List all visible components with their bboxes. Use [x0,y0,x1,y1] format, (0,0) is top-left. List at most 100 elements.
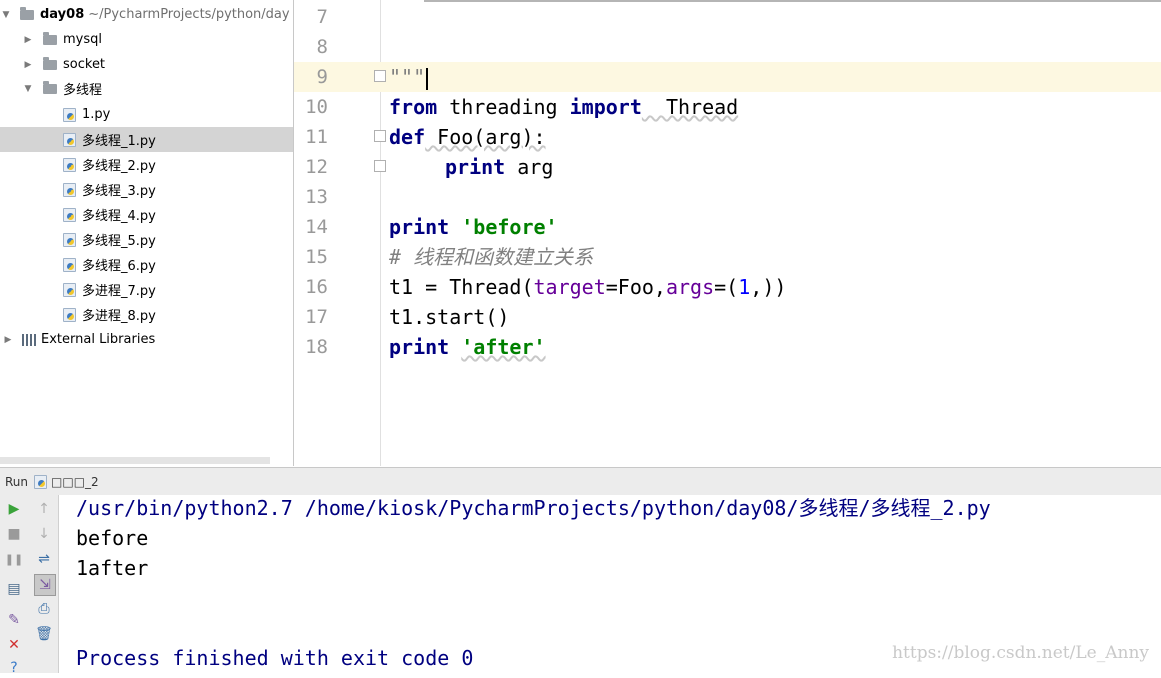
line-number: 13 [305,186,328,208]
python-file-icon [63,207,76,222]
code-text: print 'after' [389,332,546,362]
tree-item-label: External Libraries [41,332,156,347]
tree-root-day08[interactable]: ▼ day08 ~/PycharmProjects/python/day [0,2,293,27]
keyword-print: print [445,155,506,179]
line-number: 17 [305,306,328,328]
keyword-argument: args [665,275,715,299]
stop-icon[interactable]: ■ [4,524,24,544]
keyword-argument: target [533,275,606,299]
collapse-arrow-icon[interactable]: ▶ [2,335,14,345]
python-file-icon [34,474,48,489]
line-number: 12 [305,156,328,178]
code-line-current: 9 """ [294,62,1161,92]
tree-file-thread4[interactable]: 多线程_4.py [0,202,293,227]
code-line: 7 [294,2,1161,32]
expand-arrow-icon[interactable]: ▼ [22,84,34,94]
fold-marker-icon[interactable] [374,160,386,172]
library-icon [22,333,36,346]
layout-icon[interactable]: ▤ [4,579,24,599]
line-number: 7 [316,6,328,28]
run-config-tab[interactable]: □□□_2 [51,475,99,489]
tree-item-label: 多进程_8.py [82,309,156,324]
console-command-line: /usr/bin/python2.7 /home/kiosk/PycharmPr… [76,496,991,520]
identifier: =Foo, [605,275,666,299]
python-file-icon [63,107,76,122]
trash-icon[interactable]: 🗑 [34,624,54,644]
run-tool-window-header: Run □□□_2 [0,467,1161,496]
tree-file-thread2[interactable]: 多线程_2.py [0,152,293,177]
tree-folder-multithread[interactable]: ▼ 多线程 [0,76,293,101]
identifier: t1 = Thread( [389,275,534,299]
tree-file-thread6[interactable]: 多线程_6.py [0,252,293,277]
string-literal: 'before' [461,215,558,239]
punctuation: =( [714,275,739,299]
punctuation: ,)) [750,275,787,299]
python-file-icon [63,182,76,197]
up-arrow-icon[interactable]: ↑ [34,499,54,519]
tree-file-thread5[interactable]: 多线程_5.py [0,227,293,252]
project-tree[interactable]: ▼ day08 ~/PycharmProjects/python/day ▶ m… [0,0,294,466]
function-signature: Foo(arg): [425,125,546,149]
collapse-arrow-icon[interactable]: ▶ [22,35,34,45]
line-number: 9 [316,66,328,88]
close-icon[interactable]: ✕ [4,635,24,655]
down-arrow-icon[interactable]: ↓ [34,524,54,544]
python-file-icon [63,257,76,272]
code-line: 16 t1 = Thread(target=Foo,args=(1,)) [294,272,1161,302]
docstring: """ [389,65,426,89]
folder-icon [43,31,57,45]
code-text: def Foo(arg): [389,122,546,152]
console-output-line: 1after [76,556,149,580]
tree-file-process8[interactable]: 多进程_8.py [0,302,293,327]
tree-item-label: 多线程_5.py [82,234,156,249]
tree-item-label: 多线程_3.py [82,184,156,199]
tree-item-label: 多线程_4.py [82,209,156,224]
print-icon[interactable]: ⎙ [34,599,54,619]
code-comment: # 线程和函数建立关系 [389,245,594,269]
python-file-icon [63,132,76,147]
tree-external-libraries[interactable]: ▶ External Libraries [0,327,293,352]
soft-wrap-icon[interactable]: ⇌ [34,549,54,569]
tree-item-label: 1.py [82,107,111,122]
code-line: 8 [294,32,1161,62]
string-literal: 'after' [461,335,546,359]
tree-file-1py[interactable]: 1.py [0,102,293,127]
watermark-text: https://blog.csdn.net/Le_Anny [892,643,1149,663]
line-number: 16 [305,276,328,298]
code-line: 13 [294,182,1161,212]
keyword-import: import [569,95,642,119]
tree-file-thread3[interactable]: 多线程_3.py [0,177,293,202]
folder-icon [43,56,57,70]
expand-arrow-icon[interactable]: ▼ [0,10,12,20]
keyword-print: print [389,215,450,239]
help-icon[interactable]: ? [4,658,24,678]
code-line: 10 from threading import Thread [294,92,1161,122]
collapse-arrow-icon[interactable]: ▶ [22,60,34,70]
tree-root-label: day08 [40,7,85,22]
rerun-icon[interactable]: ▶ [4,499,24,519]
keyword-def: def [389,125,426,149]
console-output-line: before [76,526,149,550]
python-file-icon [63,232,76,247]
code-text: t1 = Thread(target=Foo,args=(1,)) [389,272,786,302]
tree-horizontal-scrollbar[interactable] [0,457,270,464]
fold-marker-icon[interactable] [374,70,386,82]
tree-file-process7[interactable]: 多进程_7.py [0,277,293,302]
code-line: 17 t1.start() [294,302,1161,332]
tree-item-label: 多线程_6.py [82,259,156,274]
pause-icon[interactable]: ❚❚ [4,549,24,569]
code-line: 12 print arg [294,152,1161,182]
tree-folder-mysql[interactable]: ▶ mysql [0,27,293,52]
tree-item-label: 多线程 [63,83,103,98]
pin-icon[interactable]: ✎ [4,610,24,630]
tree-folder-socket[interactable]: ▶ socket [0,52,293,77]
tree-file-thread1[interactable]: 多线程_1.py [0,127,293,152]
tree-root-path: ~/PycharmProjects/python/day [88,7,290,22]
tree-item-label: mysql [63,32,102,47]
number-literal: 1 [738,275,751,299]
code-line: 14 print 'before' [294,212,1161,242]
fold-marker-icon[interactable] [374,130,386,142]
scroll-to-end-icon[interactable]: ⇲ [34,574,56,596]
run-console[interactable]: /usr/bin/python2.7 /home/kiosk/PycharmPr… [59,495,1161,673]
code-editor[interactable]: 7 8 9 """ 10 from threading import Threa… [294,0,1161,466]
